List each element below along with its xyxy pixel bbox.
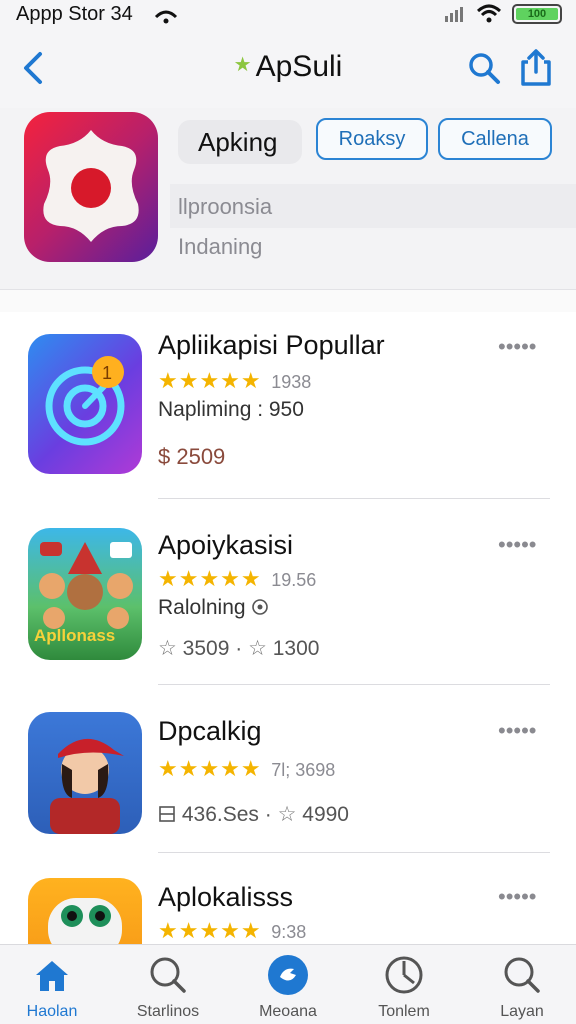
status-icons: 100 — [444, 4, 562, 24]
rating-count: 9:38 — [271, 922, 307, 942]
tab-label: Meoana — [259, 1003, 317, 1020]
outline-star-icon: ☆ — [248, 637, 267, 660]
list-item[interactable]: 1 Apliikapisi Popullar ••••• ★★★★★ 1938 … — [0, 316, 576, 502]
more-icon[interactable]: ••••• — [498, 334, 537, 360]
separator: · — [235, 637, 243, 660]
more-icon[interactable]: ••••• — [498, 718, 537, 744]
separator: · — [264, 803, 272, 826]
app-stat-1: 3509 — [182, 637, 230, 660]
divider — [158, 498, 550, 499]
app-price: $ 2509 — [158, 444, 226, 469]
tab-layan[interactable]: Layan — [472, 953, 572, 1021]
section-gap — [0, 290, 576, 312]
app-meta-line: Ralolning — [158, 596, 269, 620]
app-title: Apliikapisi Popullar — [158, 330, 385, 360]
app-meta: Napliming : 950 — [158, 398, 304, 421]
app-icon-target: 1 — [28, 334, 142, 474]
app-icon-characters: Apllonass — [28, 528, 142, 660]
app-stats: ☆ 3509 · ☆ 1300 — [158, 636, 319, 661]
star-rating-icon: ★★★★★ — [158, 918, 262, 943]
app-title: Apoiykasisi — [158, 530, 294, 560]
tab-meoana[interactable]: Meoana — [238, 953, 338, 1021]
search-icon — [504, 957, 540, 993]
rating-count: 19.56 — [271, 570, 317, 590]
signal-icon — [154, 10, 178, 24]
page-title: ApSuli — [255, 50, 343, 83]
app-meta: 436.Ses — [181, 803, 259, 826]
app-icon-robot — [28, 878, 142, 944]
featured-app-name: Apking — [178, 120, 302, 164]
rating-count: 7l; 3698 — [271, 760, 336, 780]
star-icon: ★ — [233, 54, 252, 76]
nav-bar: ★ ApSuli — [0, 30, 576, 108]
app-stats: 436.Ses · ☆ 4990 — [158, 802, 349, 827]
clock-icon — [385, 956, 423, 994]
battery-level: 100 — [516, 8, 558, 20]
rating-line: ★★★★★ 7l; 3698 — [158, 756, 335, 782]
chat-bubble-icon — [268, 955, 308, 995]
divider — [158, 852, 550, 853]
wifi-icon — [476, 4, 502, 23]
outline-star-icon: ☆ — [277, 803, 297, 826]
rating-line: ★★★★★ 9:38 — [158, 918, 306, 944]
star-rating-icon: ★★★★★ — [158, 566, 262, 591]
featured-app-section: Apking Roaksy Callena llproonsia Indanin… — [0, 108, 576, 290]
star-logo-icon — [43, 130, 139, 242]
tab-label: Starlinos — [136, 1003, 200, 1020]
featured-app-status: Indaning — [178, 234, 263, 259]
home-icon — [36, 961, 68, 991]
list-item[interactable]: Apllonass Apoiykasisi ••••• ★★★★★ 19.56 … — [0, 510, 576, 696]
star-rating-icon: ★★★★★ — [158, 368, 262, 393]
svg-text:1: 1 — [102, 363, 112, 383]
rating-line: ★★★★★ 19.56 — [158, 566, 316, 592]
rating-line: ★★★★★ 1938 — [158, 368, 311, 394]
featured-app-subtitle: llproonsia — [178, 194, 273, 219]
featured-app-icon[interactable] — [24, 112, 158, 262]
size-icon — [159, 806, 175, 822]
outline-star-icon: ☆ — [158, 637, 177, 660]
tab-label: Layan — [500, 1003, 544, 1020]
list-item[interactable]: Dpcalkig ••••• ★★★★★ 7l; 3698 436.Ses · … — [0, 696, 576, 882]
tab-starlinos[interactable]: Starlinos — [118, 953, 218, 1021]
star-rating-icon: ★★★★★ — [158, 756, 262, 781]
status-bar: Appp Stor 34 100 — [0, 0, 576, 30]
tab-haolan[interactable]: Haolan — [2, 953, 102, 1021]
more-icon[interactable]: ••••• — [498, 532, 537, 558]
tab-label: Haolan — [26, 1003, 78, 1020]
share-icon[interactable] — [518, 48, 554, 88]
app-art-text: Apllonass — [34, 626, 116, 645]
target-icon: 1 — [45, 356, 125, 446]
app-meta: Ralolning — [158, 596, 246, 619]
app-icon-pilot — [28, 712, 142, 834]
cell-signal-icon — [445, 7, 463, 22]
robot-icon — [48, 898, 122, 944]
app-title: Aplokalisss — [158, 882, 294, 912]
app-stat-2: 4990 — [302, 803, 349, 826]
app-stat-2: 1300 — [272, 637, 320, 660]
pilot-icon — [50, 738, 124, 834]
tab-tonlem[interactable]: Tonlem — [354, 953, 454, 1021]
search-icon — [150, 957, 186, 993]
list-item[interactable]: Aplokalisss ••••• ★★★★★ 9:38 — [0, 866, 576, 944]
battery-icon: 100 — [512, 4, 562, 24]
roaksy-button[interactable]: Roaksy — [316, 118, 428, 160]
carrier-label: Appp Stor 34 — [16, 3, 133, 25]
more-icon[interactable]: ••••• — [498, 884, 537, 910]
app-title: Dpcalkig — [158, 716, 262, 746]
tab-bar: Haolan Starlinos Meoana Tonlem Layan — [0, 944, 576, 1024]
callena-button[interactable]: Callena — [438, 118, 552, 160]
tab-label: Tonlem — [378, 1003, 430, 1020]
info-icon — [252, 599, 269, 615]
divider — [158, 684, 550, 685]
search-icon[interactable] — [466, 50, 502, 86]
rating-count: 1938 — [271, 372, 312, 392]
